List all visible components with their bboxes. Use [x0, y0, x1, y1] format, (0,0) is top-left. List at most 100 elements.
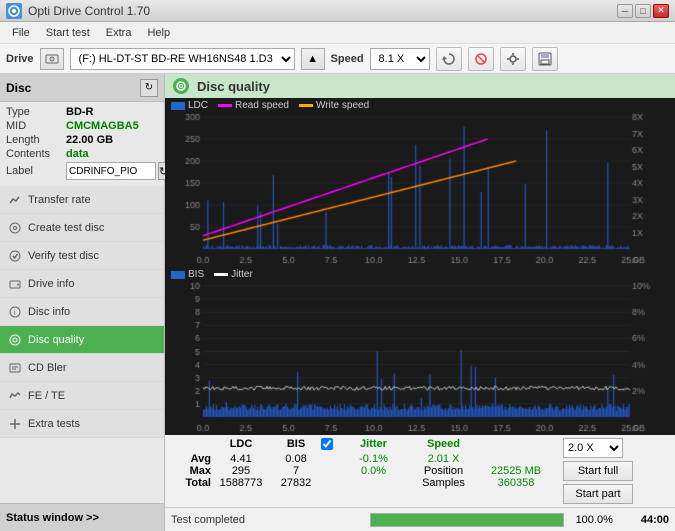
col-bis-header: BIS — [271, 438, 321, 453]
title-bar: Opti Drive Control 1.70 ─ □ ✕ — [0, 0, 675, 22]
col-speed-header: Speed — [406, 438, 481, 453]
read-speed-legend-label: Read speed — [235, 100, 289, 111]
progress-bar-outer — [370, 513, 563, 527]
stats-panel: LDC BIS Jitter Speed Avg 4.41 0.08 — [165, 435, 675, 507]
minimize-button[interactable]: ─ — [617, 4, 633, 18]
avg-empty2 — [481, 453, 551, 465]
speed-select[interactable]: 8.1 X — [370, 48, 430, 70]
main-layout: Disc ↻ Type BD-R MID CMCMAGBA5 Length 22… — [0, 74, 675, 531]
disc-header: Disc ↻ — [0, 74, 164, 102]
drive-eject-btn[interactable]: ▲ — [301, 48, 325, 70]
drive-select[interactable]: (F:) HL-DT-ST BD-RE WH16NS48 1.D3 — [70, 48, 295, 70]
disc-info-label: Disc info — [28, 306, 70, 318]
menu-extra[interactable]: Extra — [98, 25, 140, 41]
menu-start-test[interactable]: Start test — [38, 25, 98, 41]
stats-header-row: LDC BIS Jitter Speed — [171, 438, 551, 453]
refresh-btn[interactable] — [436, 47, 462, 71]
samples-label: Samples — [406, 477, 481, 489]
label-input[interactable] — [66, 162, 156, 180]
sidebar-item-transfer-rate[interactable]: Transfer rate — [0, 186, 164, 214]
fe-te-label: FE / TE — [28, 390, 65, 402]
col-ldc-header: LDC — [211, 438, 271, 453]
disc-refresh-btn[interactable]: ↻ — [140, 79, 158, 97]
drive-info-icon — [8, 277, 22, 291]
sidebar-item-create-test-disc[interactable]: Create test disc — [0, 214, 164, 242]
jitter-legend-color — [214, 273, 228, 276]
contents-value: data — [66, 148, 89, 160]
app-icon — [6, 3, 22, 19]
disc-quality-title: Disc quality — [197, 79, 270, 94]
status-bottom-bar: Test completed 100.0% 44:00 — [165, 507, 675, 531]
sidebar-item-disc-info[interactable]: i Disc info — [0, 298, 164, 326]
maximize-button[interactable]: □ — [635, 4, 651, 18]
sidebar-item-extra-tests[interactable]: Extra tests — [0, 410, 164, 438]
jitter-checkbox[interactable] — [321, 438, 333, 450]
completed-text: Test completed — [171, 514, 362, 526]
verify-icon — [8, 249, 22, 263]
col-empty — [171, 438, 211, 453]
read-speed-legend-color — [218, 104, 232, 107]
menu-bar: File Start test Extra Help — [0, 22, 675, 44]
sidebar-item-drive-info[interactable]: Drive info — [0, 270, 164, 298]
disc-quality-label: Disc quality — [28, 334, 84, 346]
sidebar-item-fe-te[interactable]: FE / TE — [0, 382, 164, 410]
max-jitter: 0.0% — [341, 465, 406, 477]
ldc-legend-label: LDC — [188, 100, 208, 111]
disc-quality-icon-header — [173, 78, 189, 94]
speed-label: Speed — [331, 53, 364, 65]
type-label: Type — [6, 106, 66, 118]
disc-info-icon: i — [8, 305, 22, 319]
drive-bar: Drive (F:) HL-DT-ST BD-RE WH16NS48 1.D3 … — [0, 44, 675, 74]
mid-value: CMCMAGBA5 — [66, 120, 139, 132]
stats-table: LDC BIS Jitter Speed Avg 4.41 0.08 — [165, 435, 557, 507]
transfer-rate-label: Transfer rate — [28, 194, 91, 206]
erase-btn[interactable] — [468, 47, 494, 71]
stats-max-row: Max 295 7 0.0% Position 22525 MB — [171, 465, 551, 477]
total-label: Total — [171, 477, 211, 489]
menu-help[interactable]: Help — [139, 25, 178, 41]
speed-select2[interactable]: 2.0 X — [563, 438, 623, 458]
write-speed-legend-color — [299, 104, 313, 107]
window-controls: ─ □ ✕ — [617, 4, 669, 18]
create-disc-icon — [8, 221, 22, 235]
sidebar-item-cd-bler[interactable]: CD Bler — [0, 354, 164, 382]
extra-tests-icon — [8, 417, 22, 431]
max-ldc: 295 — [211, 465, 271, 477]
start-full-button[interactable]: Start full — [563, 461, 633, 481]
save-btn[interactable] — [532, 47, 558, 71]
ldc-legend-color — [171, 102, 185, 110]
total-bis: 27832 — [271, 477, 321, 489]
create-disc-label: Create test disc — [28, 222, 104, 234]
left-panel: Disc ↻ Type BD-R MID CMCMAGBA5 Length 22… — [0, 74, 165, 531]
start-part-button[interactable]: Start part — [563, 484, 633, 504]
sidebar-item-disc-quality[interactable]: Disc quality — [0, 326, 164, 354]
top-chart-canvas — [165, 113, 675, 267]
settings-btn[interactable] — [500, 47, 526, 71]
menu-file[interactable]: File — [4, 25, 38, 41]
sidebar-item-verify-test-disc[interactable]: Verify test disc — [0, 242, 164, 270]
col-check — [321, 438, 341, 453]
write-speed-legend-label: Write speed — [316, 100, 369, 111]
col-empty2 — [481, 438, 551, 453]
progress-bar-inner — [371, 514, 562, 526]
side-menu: Transfer rate Create test disc Verify te… — [0, 186, 164, 503]
bis-legend-label: BIS — [188, 269, 204, 280]
drive-label: Drive — [6, 53, 34, 65]
disc-quality-header: Disc quality — [165, 74, 675, 98]
right-controls: 2.0 X Start full Start part — [557, 435, 675, 507]
status-window-btn[interactable]: Status window >> — [0, 503, 164, 531]
col-jitter-header: Jitter — [341, 438, 406, 453]
type-value: BD-R — [66, 106, 94, 118]
charts-wrapper: LDC Read speed Write speed BIS — [165, 98, 675, 435]
drive-info-label: Drive info — [28, 278, 74, 290]
bottom-chart-canvas — [165, 282, 675, 435]
samples-value: 360358 — [481, 477, 551, 489]
bottom-chart-container — [165, 282, 675, 435]
avg-speed: 2.01 X — [406, 453, 481, 465]
cd-bler-label: CD Bler — [28, 362, 67, 374]
status-window-label: Status window >> — [6, 512, 99, 524]
close-button[interactable]: ✕ — [653, 4, 669, 18]
drive-icon-btn[interactable] — [40, 48, 64, 70]
stats-total-row: Total 1588773 27832 Samples 360358 — [171, 477, 551, 489]
contents-label: Contents — [6, 148, 66, 160]
